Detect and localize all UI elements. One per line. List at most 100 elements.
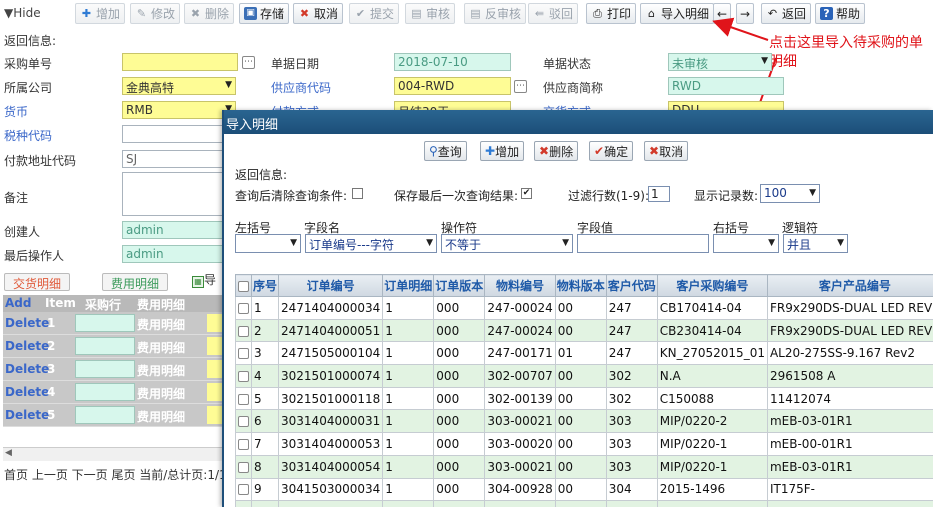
left-paren-select[interactable]: ▼ bbox=[235, 234, 301, 253]
operator-select[interactable]: 不等于 ▼ bbox=[441, 234, 573, 253]
row-checkbox-cell[interactable] bbox=[235, 386, 252, 411]
dialog-cancel-button[interactable]: ✖ 取消 bbox=[644, 141, 689, 161]
table-cell: 3031404000053 bbox=[278, 432, 384, 456]
row-checkbox-cell[interactable] bbox=[235, 296, 252, 320]
logic-select[interactable]: 并且 ▼ bbox=[783, 234, 848, 253]
row-checkbox-cell[interactable] bbox=[235, 432, 252, 456]
doc-status-field[interactable]: 未审核 ▼ bbox=[668, 53, 772, 71]
table-row[interactable]: 9 3041503000034 1 000 304-00928 00 304 2015-149… bbox=[235, 477, 933, 502]
table-row[interactable]: 1 2471404000034 1 000 247-00024 00 247 CB170414… bbox=[235, 296, 933, 320]
supplier-short-field[interactable]: RWD bbox=[668, 77, 784, 95]
row-checkbox-cell[interactable] bbox=[235, 364, 252, 388]
clear-after-query-checkbox[interactable] bbox=[352, 188, 363, 199]
table-row[interactable]: 1030415060000441003304-01217003042015-17… bbox=[235, 500, 933, 507]
pay-addr-input[interactable]: SJ bbox=[122, 150, 224, 168]
doc-date-field[interactable]: 2018-07-10 bbox=[394, 53, 511, 71]
search-icon: ⚲ bbox=[429, 144, 438, 158]
row-checkbox[interactable] bbox=[238, 438, 249, 450]
chevron-down-icon: ▼ bbox=[290, 238, 297, 248]
table-row[interactable]: 7 3031404000053 1 000 303-00020 00 303 MIP/0220… bbox=[235, 432, 933, 456]
grid-purchase-row-input[interactable] bbox=[75, 360, 135, 378]
row-checkbox-cell[interactable] bbox=[235, 409, 252, 434]
show-count-select[interactable]: 100 ▼ bbox=[760, 184, 820, 203]
table-cell: 1 bbox=[382, 296, 435, 320]
field-name-select[interactable]: 订单编号---字符 ▼ bbox=[305, 234, 437, 253]
table-cell: 2015-1763 bbox=[656, 500, 768, 507]
row-checkbox[interactable] bbox=[238, 416, 249, 428]
table-cell: 00 bbox=[554, 500, 607, 507]
table-cell: 303 bbox=[605, 454, 658, 479]
table-cell: 247-00024 bbox=[484, 318, 556, 343]
row-checkbox-cell[interactable] bbox=[235, 454, 252, 479]
lookup-icon[interactable]: ⋯ bbox=[514, 80, 527, 93]
grid-purchase-row-input[interactable] bbox=[75, 383, 135, 401]
grid-delete-link[interactable]: Delete bbox=[5, 339, 49, 353]
table-row[interactable]: 3 2471505000104 1 000 247-00171 01 247 KN_27052… bbox=[235, 341, 933, 366]
tab-expense[interactable]: 费用明细 bbox=[102, 273, 169, 291]
purchase-no-input[interactable] bbox=[122, 53, 238, 71]
table-cell: 2961508 A bbox=[766, 364, 933, 388]
row-checkbox-cell[interactable] bbox=[235, 477, 252, 502]
grid-purchase-row-input[interactable] bbox=[75, 337, 135, 355]
tax-code-input[interactable] bbox=[122, 125, 224, 143]
grid-delete-link[interactable]: Delete bbox=[5, 385, 49, 399]
select-all-cell[interactable] bbox=[235, 274, 252, 297]
grid-purchase-row-input[interactable] bbox=[75, 314, 135, 332]
field-value-input[interactable] bbox=[577, 234, 709, 253]
table-row[interactable]: 5 3021501000118 1 000 302-00139 00 302 C150088 1… bbox=[235, 386, 933, 411]
right-paren-select[interactable]: ▼ bbox=[713, 234, 779, 253]
filter-rows-input[interactable]: 1 bbox=[648, 186, 670, 202]
supplier-short-label: 供应商简称 bbox=[543, 81, 604, 95]
grid-delete-link[interactable]: Delete bbox=[5, 408, 49, 422]
dialog-add-button[interactable]: ✚ 增加 bbox=[480, 141, 525, 161]
grid-purchase-row-input[interactable] bbox=[75, 406, 135, 424]
detail-grid-header: Add Item 采购行 费用明细 bbox=[3, 295, 223, 312]
row-checkbox[interactable] bbox=[238, 370, 249, 382]
table-cell: 1 bbox=[250, 296, 280, 320]
col-order-detail: 订单明细 bbox=[382, 274, 435, 297]
row-checkbox[interactable] bbox=[238, 325, 249, 337]
row-checkbox[interactable] bbox=[238, 348, 249, 360]
col-material-version: 物料版本 bbox=[554, 274, 607, 297]
table-cell: 303 bbox=[605, 432, 658, 456]
grid-delete-link[interactable]: Delete bbox=[5, 316, 49, 330]
table-cell: 000 bbox=[433, 432, 486, 456]
row-checkbox[interactable] bbox=[238, 461, 249, 473]
horizontal-scrollbar[interactable]: ◀ bbox=[3, 447, 223, 461]
grid-col-purchase-row: 采购行 bbox=[85, 298, 122, 312]
table-cell: 000 bbox=[433, 477, 486, 502]
row-checkbox-cell[interactable] bbox=[235, 341, 252, 366]
company-select[interactable]: 金典高特 ▼ bbox=[122, 77, 236, 95]
grid-delete-link[interactable]: Delete bbox=[5, 362, 49, 376]
dialog-query-button[interactable]: ⚲ 查询 bbox=[424, 141, 467, 161]
table-row[interactable]: 4 3021501000074 1 000 302-00707 00 302 N.A 29615… bbox=[235, 364, 933, 388]
select-all-checkbox[interactable] bbox=[238, 280, 249, 292]
table-cell: 11412074 bbox=[766, 386, 933, 411]
currency-select[interactable]: RMB ▼ bbox=[122, 101, 236, 119]
dialog-delete-button[interactable]: ✖ 删除 bbox=[534, 141, 579, 161]
supplier-code-input[interactable]: 004-RWD bbox=[394, 77, 511, 95]
table-row[interactable]: 6 3031404000031 1 000 303-00021 00 303 MIP/0220… bbox=[235, 409, 933, 434]
dialog-confirm-button[interactable]: ✔ 确定 bbox=[589, 141, 634, 161]
keep-last-result-checkbox[interactable]: ✔ bbox=[521, 188, 532, 199]
row-checkbox[interactable] bbox=[238, 484, 249, 496]
pager[interactable]: 首页 上一页 下一页 尾页 当前/总计页:1/1 bbox=[4, 466, 227, 483]
table-row[interactable]: 2 2471404000051 1 000 247-00024 00 247 CB230414… bbox=[235, 318, 933, 343]
remark-textarea[interactable] bbox=[122, 172, 224, 216]
supplier-code-label: 供应商代码 bbox=[271, 81, 332, 95]
grid-add-link[interactable]: Add bbox=[5, 296, 31, 310]
row-checkbox-cell[interactable] bbox=[235, 318, 252, 343]
import-tab[interactable]: ▦ 导 bbox=[192, 271, 216, 288]
tax-code-label: 税种代码 bbox=[4, 129, 53, 143]
tab-delivery[interactable]: 交货明细 bbox=[4, 273, 71, 291]
chevron-down-icon: ▼ bbox=[837, 238, 844, 248]
table-row[interactable]: 8 3031404000054 1 000 303-00021 00 303 MIP/0220… bbox=[235, 454, 933, 479]
row-checkbox[interactable] bbox=[238, 302, 249, 314]
table-cell: 000 bbox=[433, 364, 486, 388]
table-cell: 000 bbox=[433, 409, 486, 434]
lookup-icon[interactable]: ⋯ bbox=[242, 56, 255, 69]
row-checkbox-cell[interactable] bbox=[235, 500, 252, 507]
check-icon: ✔ bbox=[594, 144, 605, 158]
row-checkbox[interactable] bbox=[238, 393, 249, 405]
keep-last-result-label: 保存最后一次查询结果: bbox=[394, 189, 519, 203]
